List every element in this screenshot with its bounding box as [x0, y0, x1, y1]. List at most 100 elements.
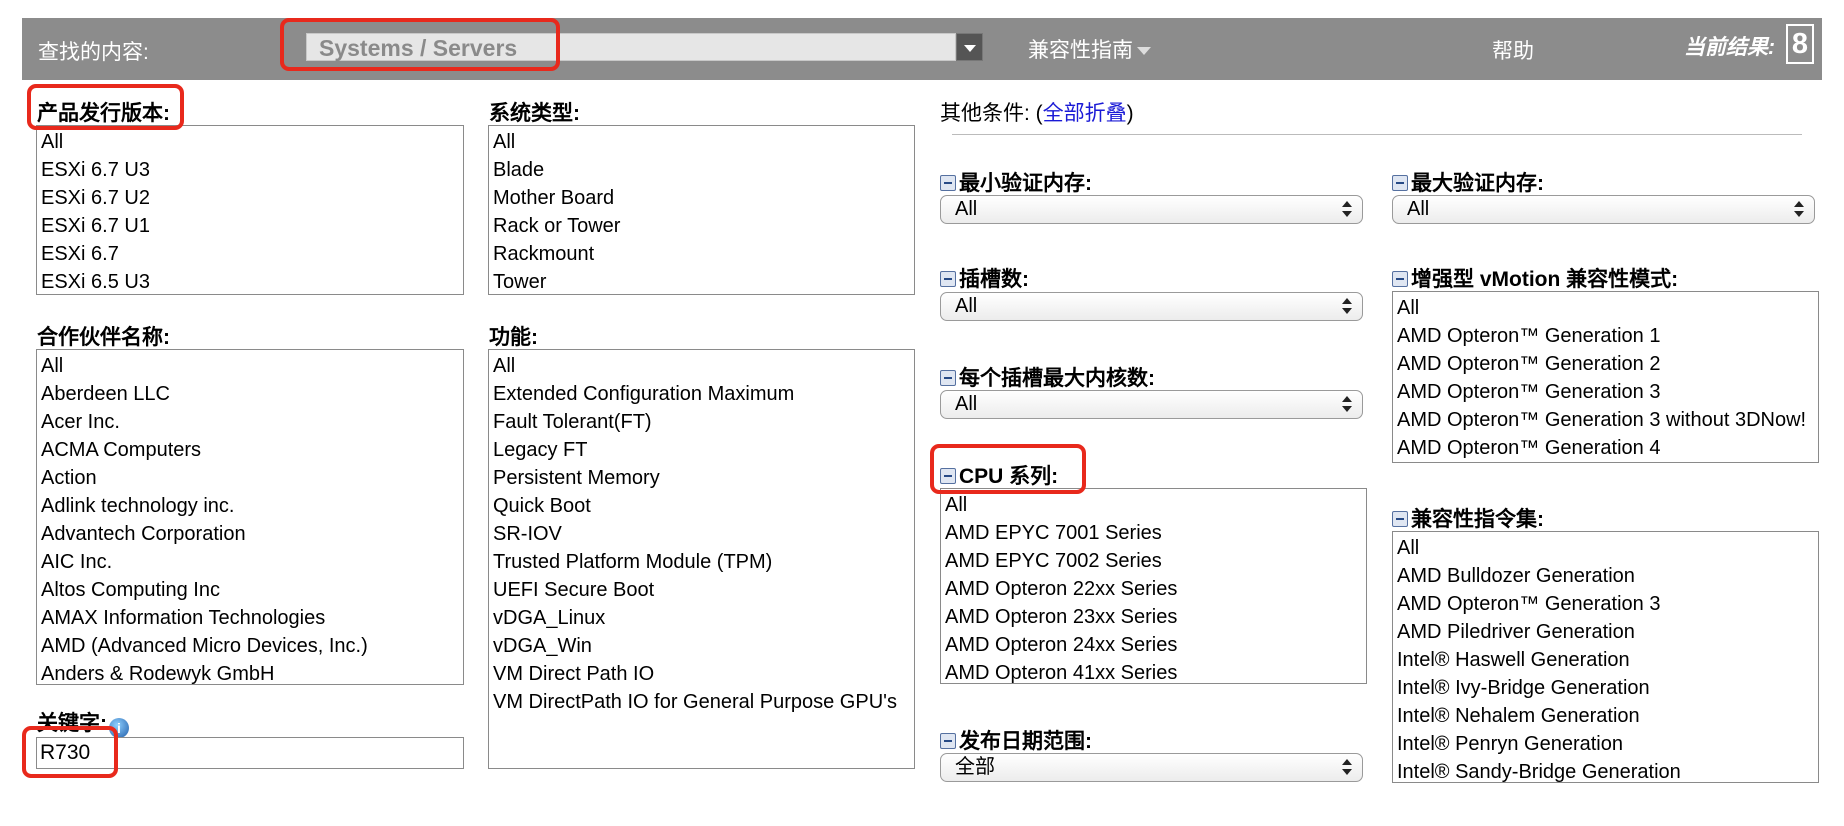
caret-down-icon[interactable] — [1137, 47, 1151, 56]
list-item[interactable]: AMD Opteron™ Generation 3 without 3DNow! — [1393, 406, 1818, 434]
min-memory-label: 最小验证内存: — [959, 172, 1092, 195]
list-item[interactable]: Altos Computing Inc — [37, 576, 463, 604]
max-memory-label: 最大验证内存: — [1411, 172, 1544, 195]
instruction-set-listbox[interactable]: All AMD Bulldozer Generation AMD Opteron… — [1392, 531, 1819, 783]
list-item[interactable]: All — [941, 491, 1366, 519]
sockets-select[interactable]: All — [940, 292, 1363, 321]
cores-per-socket-select[interactable]: All — [940, 390, 1363, 419]
list-item[interactable]: AMD Opteron 24xx Series — [941, 631, 1366, 659]
list-item[interactable]: AMD Bulldozer Generation — [1393, 562, 1818, 590]
features-listbox[interactable]: All Extended Configuration Maximum Fault… — [488, 349, 915, 769]
select-arrows-icon — [1342, 201, 1352, 219]
instruction-set-label: 兼容性指令集: — [1411, 508, 1544, 531]
list-item[interactable]: ESXi 6.7 U1 — [37, 212, 463, 240]
list-item[interactable]: Rack or Tower — [489, 212, 914, 240]
list-item[interactable]: AMD Opteron™ Generation 3 — [1393, 378, 1818, 406]
features-title: 功能: — [489, 326, 538, 349]
collapse-icon[interactable] — [940, 175, 956, 191]
list-item[interactable]: Action — [37, 464, 463, 492]
collapse-icon[interactable] — [1392, 511, 1408, 527]
list-item[interactable]: All — [37, 352, 463, 380]
list-item[interactable]: All — [489, 128, 914, 156]
list-item[interactable]: ESXi 6.5 U3 — [37, 268, 463, 294]
sockets-title: 插槽数: — [940, 263, 1029, 293]
list-item[interactable]: ACMA Computers — [37, 436, 463, 464]
list-item[interactable]: ESXi 6.7 — [37, 240, 463, 268]
system-type-listbox[interactable]: All Blade Mother Board Rack or Tower Rac… — [488, 125, 915, 295]
list-item[interactable]: vDGA_Linux — [489, 604, 914, 632]
collapse-all-link[interactable]: 全部折叠 — [1043, 102, 1127, 125]
list-item[interactable]: All — [489, 352, 914, 380]
collapse-icon[interactable] — [1392, 175, 1408, 191]
list-item[interactable]: Trusted Platform Module (TPM) — [489, 548, 914, 576]
list-item[interactable]: Anders & Rodewyk GmbH — [37, 660, 463, 684]
list-item[interactable]: Acer Inc. — [37, 408, 463, 436]
list-item[interactable]: Tower — [489, 268, 914, 294]
list-item[interactable]: UEFI Secure Boot — [489, 576, 914, 604]
collapse-icon[interactable] — [940, 271, 956, 287]
list-item[interactable]: AMD Opteron 41xx Series — [941, 659, 1366, 683]
list-item[interactable]: AMD (Advanced Micro Devices, Inc.) — [37, 632, 463, 660]
list-item[interactable]: All — [37, 128, 463, 156]
list-item[interactable]: ESXi 6.7 U2 — [37, 184, 463, 212]
list-item[interactable]: Adlink technology inc. — [37, 492, 463, 520]
list-item[interactable]: Intel® Sandy-Bridge Generation — [1393, 758, 1818, 782]
list-item[interactable]: AMD Opteron™ Generation 4 — [1393, 434, 1818, 462]
max-memory-value: All — [1407, 198, 1430, 220]
list-item[interactable]: AMD Opteron™ Generation 1 — [1393, 322, 1818, 350]
list-item[interactable]: Legacy FT — [489, 436, 914, 464]
list-item[interactable]: All — [1393, 534, 1818, 562]
cores-per-socket-label: 每个插槽最大内核数: — [959, 367, 1155, 390]
list-item[interactable]: All — [1393, 294, 1818, 322]
compatibility-guide-menu[interactable]: 兼容性指南 — [1028, 34, 1151, 64]
list-item[interactable]: Extended Configuration Maximum — [489, 380, 914, 408]
list-item[interactable]: Aberdeen LLC — [37, 380, 463, 408]
release-date-value: 全部 — [955, 756, 995, 778]
compatibility-guide-label[interactable]: 兼容性指南 — [1028, 39, 1133, 62]
list-item[interactable]: Intel® Nehalem Generation — [1393, 702, 1818, 730]
instruction-set-title: 兼容性指令集: — [1392, 503, 1544, 533]
list-item[interactable]: AIC Inc. — [37, 548, 463, 576]
cores-per-socket-title: 每个插槽最大内核数: — [940, 362, 1155, 392]
list-item[interactable]: AMD Piledriver Generation — [1393, 618, 1818, 646]
collapse-icon[interactable] — [1392, 271, 1408, 287]
release-date-select[interactable]: 全部 — [940, 753, 1363, 782]
max-memory-select[interactable]: All — [1392, 195, 1815, 224]
release-date-label: 发布日期范围: — [959, 730, 1092, 753]
select-arrows-icon — [1342, 396, 1352, 414]
list-item[interactable]: AMD Opteron™ Generation 3 — [1393, 590, 1818, 618]
list-item[interactable]: AMD Opteron 22xx Series — [941, 575, 1366, 603]
chevron-down-icon[interactable] — [956, 33, 983, 61]
cpu-series-listbox[interactable]: All AMD EPYC 7001 Series AMD EPYC 7002 S… — [940, 488, 1367, 684]
list-item[interactable]: Mother Board — [489, 184, 914, 212]
list-item[interactable]: Quick Boot — [489, 492, 914, 520]
list-item[interactable]: AMD Opteron™ Generation 2 — [1393, 350, 1818, 378]
select-arrows-icon — [1342, 759, 1352, 777]
partner-name-listbox[interactable]: All Aberdeen LLC Acer Inc. ACMA Computer… — [36, 349, 464, 685]
list-item[interactable]: Rackmount — [489, 240, 914, 268]
list-item[interactable]: VM DirectPath IO for General Purpose GPU… — [489, 688, 914, 716]
list-item[interactable]: Intel® Haswell Generation — [1393, 646, 1818, 674]
evc-mode-listbox[interactable]: All AMD Opteron™ Generation 1 AMD Optero… — [1392, 291, 1819, 463]
list-item[interactable]: Intel® Penryn Generation — [1393, 730, 1818, 758]
list-item[interactable]: VM Direct Path IO — [489, 660, 914, 688]
list-item[interactable]: Advantech Corporation — [37, 520, 463, 548]
list-item[interactable]: Persistent Memory — [489, 464, 914, 492]
help-link[interactable]: 帮助 — [1492, 35, 1534, 65]
list-item[interactable]: Blade — [489, 156, 914, 184]
collapse-icon[interactable] — [940, 733, 956, 749]
min-memory-select[interactable]: All — [940, 195, 1363, 224]
collapse-icon[interactable] — [940, 370, 956, 386]
release-version-listbox[interactable]: All ESXi 6.7 U3 ESXi 6.7 U2 ESXi 6.7 U1 … — [36, 125, 464, 295]
list-item[interactable]: ESXi 6.7 U3 — [37, 156, 463, 184]
list-item[interactable]: AMD EPYC 7001 Series — [941, 519, 1366, 547]
system-type-title: 系统类型: — [489, 102, 580, 125]
list-item[interactable]: Fault Tolerant(FT) — [489, 408, 914, 436]
list-item[interactable]: SR-IOV — [489, 520, 914, 548]
list-item[interactable]: AMD Opteron 23xx Series — [941, 603, 1366, 631]
select-arrows-icon — [1794, 201, 1804, 219]
list-item[interactable]: AMD EPYC 7002 Series — [941, 547, 1366, 575]
list-item[interactable]: vDGA_Win — [489, 632, 914, 660]
list-item[interactable]: AMAX Information Technologies — [37, 604, 463, 632]
list-item[interactable]: Intel® Ivy-Bridge Generation — [1393, 674, 1818, 702]
